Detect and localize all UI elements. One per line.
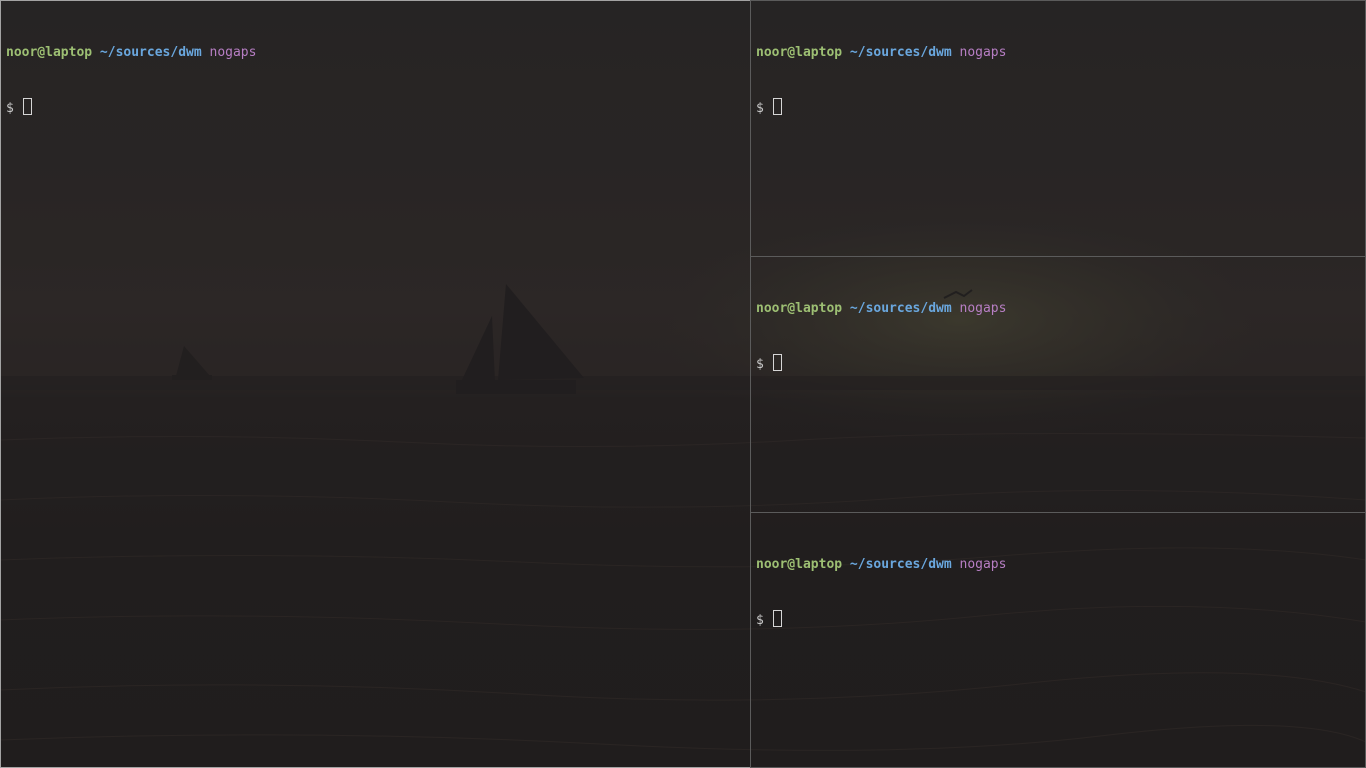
prompt-info-line: noor@laptop ~/sources/dwm nogaps xyxy=(6,44,256,62)
terminal-window-stack-1[interactable]: noor@laptop ~/sources/dwm nogaps $ xyxy=(750,0,1366,257)
user-host: noor@laptop xyxy=(756,557,843,572)
current-directory: ~/sources/dwm xyxy=(849,45,952,60)
desktop: noor@laptop ~/sources/dwm nogaps $ noor@… xyxy=(0,0,1366,768)
prompt-info-line: noor@laptop ~/sources/dwm nogaps xyxy=(756,556,1006,574)
git-branch: nogaps xyxy=(959,301,1007,316)
input-line[interactable]: $ xyxy=(756,354,1006,372)
terminal-prompt: noor@laptop ~/sources/dwm nogaps $ xyxy=(756,264,1006,408)
terminal-prompt: noor@laptop ~/sources/dwm nogaps $ xyxy=(756,520,1006,664)
current-directory: ~/sources/dwm xyxy=(849,557,952,572)
terminal-window-master[interactable]: noor@laptop ~/sources/dwm nogaps $ xyxy=(0,0,751,768)
prompt-symbol: $ xyxy=(756,613,764,628)
terminal-prompt: noor@laptop ~/sources/dwm nogaps $ xyxy=(6,8,256,152)
terminal-window-stack-3[interactable]: noor@laptop ~/sources/dwm nogaps $ xyxy=(750,512,1366,768)
prompt-symbol: $ xyxy=(6,101,14,116)
prompt-symbol: $ xyxy=(756,101,764,116)
git-branch: nogaps xyxy=(959,45,1007,60)
user-host: noor@laptop xyxy=(6,45,93,60)
prompt-info-line: noor@laptop ~/sources/dwm nogaps xyxy=(756,44,1006,62)
text-cursor xyxy=(22,98,32,115)
git-branch: nogaps xyxy=(959,557,1007,572)
text-cursor xyxy=(772,610,782,627)
terminal-prompt: noor@laptop ~/sources/dwm nogaps $ xyxy=(756,8,1006,152)
user-host: noor@laptop xyxy=(756,301,843,316)
input-line[interactable]: $ xyxy=(756,610,1006,628)
git-branch: nogaps xyxy=(209,45,257,60)
input-line[interactable]: $ xyxy=(756,98,1006,116)
user-host: noor@laptop xyxy=(756,45,843,60)
input-line[interactable]: $ xyxy=(6,98,256,116)
text-cursor xyxy=(772,354,782,371)
prompt-info-line: noor@laptop ~/sources/dwm nogaps xyxy=(756,300,1006,318)
text-cursor xyxy=(772,98,782,115)
current-directory: ~/sources/dwm xyxy=(849,301,952,316)
prompt-symbol: $ xyxy=(756,357,764,372)
terminal-window-stack-2[interactable]: noor@laptop ~/sources/dwm nogaps $ xyxy=(750,256,1366,513)
current-directory: ~/sources/dwm xyxy=(99,45,202,60)
